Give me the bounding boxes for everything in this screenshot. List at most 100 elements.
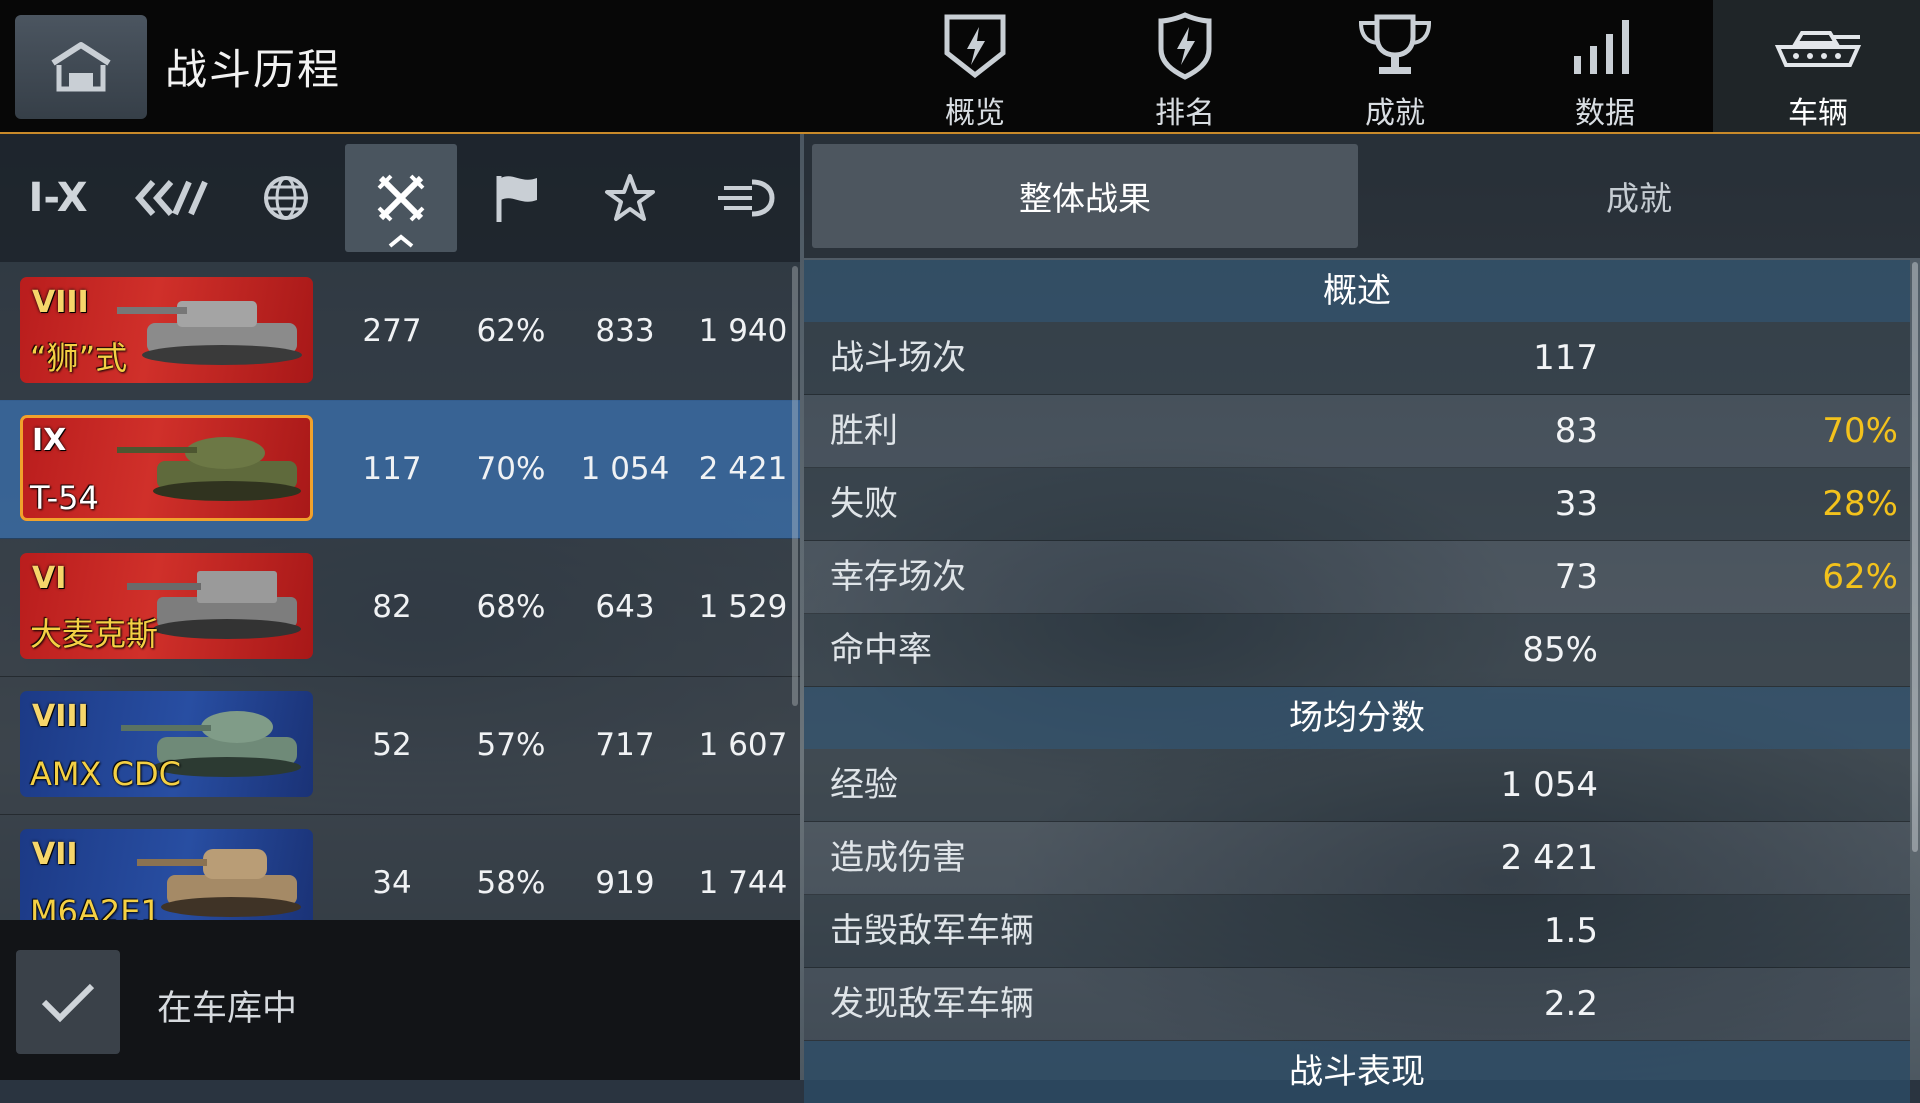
vehicle-card[interactable]: VII M6A2E1 xyxy=(20,829,313,920)
filter-damage[interactable] xyxy=(688,144,800,252)
star-icon xyxy=(605,174,655,221)
win-rate: 70% xyxy=(476,451,546,487)
tab-achievements-label: 成就 xyxy=(1365,96,1425,131)
stat-label: 胜利 xyxy=(830,411,898,451)
filter-favorites[interactable] xyxy=(574,144,686,252)
stat-percent: 70% xyxy=(1822,411,1898,451)
vehicle-row[interactable]: VIII “狮”式 277 62% 833 1 940 xyxy=(0,262,800,401)
stat-row-defeats: 失败 33 28% xyxy=(804,468,1910,541)
section-header-average: 场均分数 xyxy=(804,687,1910,749)
stat-label: 战斗场次 xyxy=(830,338,966,378)
trophy-icon xyxy=(1358,14,1432,74)
stat-row-experience: 经验 1 054 xyxy=(804,749,1910,822)
detail-tabs: 整体战果 成就 xyxy=(804,134,1920,258)
stat-value: 73 xyxy=(1554,557,1598,597)
avg-damage: 1 529 xyxy=(698,589,788,625)
stat-percent: 62% xyxy=(1822,557,1898,597)
tab-ranking[interactable]: 排名 xyxy=(1080,0,1290,132)
top-bar: 战斗历程 概览 排名 成就 数据 车辆 xyxy=(0,0,1920,134)
avg-damage: 1 744 xyxy=(698,865,788,901)
tab-vehicles-label: 车辆 xyxy=(1788,96,1848,131)
avg-experience: 833 xyxy=(595,313,655,349)
vehicle-card[interactable]: VIII AMX CDC xyxy=(20,691,313,797)
list-scrollbar[interactable] xyxy=(792,266,798,706)
filter-tier-range[interactable]: I-X xyxy=(2,144,114,252)
stat-label: 经验 xyxy=(830,765,898,805)
stat-value: 83 xyxy=(1554,411,1598,451)
vehicle-name: T-54 xyxy=(30,479,99,517)
in-garage-checkbox[interactable] xyxy=(16,950,120,1054)
page-title: 战斗历程 xyxy=(165,45,342,94)
chevron-up-icon xyxy=(388,234,414,248)
stat-value: 2 421 xyxy=(1500,838,1598,878)
flag-icon xyxy=(496,176,537,222)
section-header-overview: 概述 xyxy=(804,260,1910,322)
stat-row-survived: 幸存场次 73 62% xyxy=(804,541,1910,614)
vehicle-list[interactable]: VIII “狮”式 277 62% 833 1 940 IX T-54 117 … xyxy=(0,262,800,920)
battles-count: 34 xyxy=(372,865,412,901)
filter-battles[interactable] xyxy=(345,144,457,252)
stat-value: 117 xyxy=(1533,338,1598,378)
stat-row-victories: 胜利 83 70% xyxy=(804,395,1910,468)
avg-damage: 1 607 xyxy=(698,727,788,763)
battles-count: 117 xyxy=(362,451,422,487)
win-rate: 57% xyxy=(476,727,546,763)
filter-nation[interactable] xyxy=(230,144,342,252)
avg-experience: 919 xyxy=(595,865,655,901)
vehicle-row[interactable]: VI 大麦克斯 82 68% 643 1 529 xyxy=(0,538,800,677)
crossed-swords-icon xyxy=(377,174,425,222)
stat-row-damage: 造成伤害 2 421 xyxy=(804,822,1910,895)
stat-value: 2.2 xyxy=(1543,984,1598,1024)
vehicle-row[interactable]: VII M6A2E1 34 58% 919 1 744 xyxy=(0,814,800,920)
tier-range-label: I-X xyxy=(28,175,88,221)
detail-scrollbar[interactable] xyxy=(1912,262,1918,852)
tab-vehicle-achievements[interactable]: 成就 xyxy=(1366,144,1912,248)
stat-row-battles: 战斗场次 117 xyxy=(804,322,1910,395)
stat-percent: 28% xyxy=(1822,484,1898,524)
garage-filter-bar xyxy=(0,920,800,1080)
avg-experience: 643 xyxy=(595,589,655,625)
vehicle-list-panel: I-X VIII “狮”式 277 62% 833 1 940 IX T-54 … xyxy=(0,134,800,1080)
vehicle-card[interactable]: VI 大麦克斯 xyxy=(20,553,313,659)
tab-overall-results[interactable]: 整体战果 xyxy=(812,144,1358,248)
signal-bars-icon xyxy=(1574,20,1629,74)
tab-achievements[interactable]: 成就 xyxy=(1290,0,1500,132)
vehicle-card[interactable]: IX T-54 xyxy=(20,415,313,521)
tab-overview[interactable]: 概览 xyxy=(870,0,1080,132)
tab-overview-label: 概览 xyxy=(945,96,1005,131)
battles-count: 52 xyxy=(372,727,412,763)
detail-table: 概述 战斗场次 117 胜利 83 70% 失败 33 28% 幸存场次 73 … xyxy=(804,258,1920,1103)
section-header-performance: 战斗表现 xyxy=(804,1041,1910,1103)
home-button[interactable] xyxy=(15,15,147,119)
filter-wins[interactable] xyxy=(460,144,572,252)
avg-experience: 1 054 xyxy=(580,451,670,487)
filter-bar: I-X xyxy=(0,134,800,262)
vehicle-row-selected[interactable]: IX T-54 117 70% 1 054 2 421 xyxy=(0,400,800,539)
vehicle-card[interactable]: VIII “狮”式 xyxy=(20,277,313,383)
tab-vehicles[interactable]: 车辆 xyxy=(1713,0,1920,132)
chevrons-icon xyxy=(135,180,208,216)
vehicle-name: AMX CDC xyxy=(30,755,181,793)
shield-bolt-icon xyxy=(944,14,1006,79)
vehicle-name: M6A2E1 xyxy=(30,893,161,920)
tab-statistics[interactable]: 数据 xyxy=(1500,0,1710,132)
tab-ranking-label: 排名 xyxy=(1155,96,1215,131)
stat-label: 幸存场次 xyxy=(830,557,966,597)
stat-label: 失败 xyxy=(830,484,898,524)
shell-icon xyxy=(718,179,775,217)
tank-image-icon xyxy=(117,301,302,365)
stat-label: 发现敌军车辆 xyxy=(830,984,1034,1024)
vehicle-row[interactable]: VIII AMX CDC 52 57% 717 1 607 xyxy=(0,676,800,815)
stat-label: 命中率 xyxy=(830,630,932,670)
tab-statistics-label: 数据 xyxy=(1575,96,1635,131)
stat-value: 85% xyxy=(1522,630,1598,670)
win-rate: 62% xyxy=(476,313,546,349)
tank-image-icon xyxy=(117,437,301,501)
stat-row-hit-ratio: 命中率 85% xyxy=(804,614,1910,687)
filter-rank[interactable] xyxy=(116,144,228,252)
win-rate: 58% xyxy=(476,865,546,901)
stat-value: 1.5 xyxy=(1543,911,1598,951)
avg-damage: 1 940 xyxy=(698,313,788,349)
stat-label: 击毁敌军车辆 xyxy=(830,911,1034,951)
stat-row-spotted: 发现敌军车辆 2.2 xyxy=(804,968,1910,1041)
